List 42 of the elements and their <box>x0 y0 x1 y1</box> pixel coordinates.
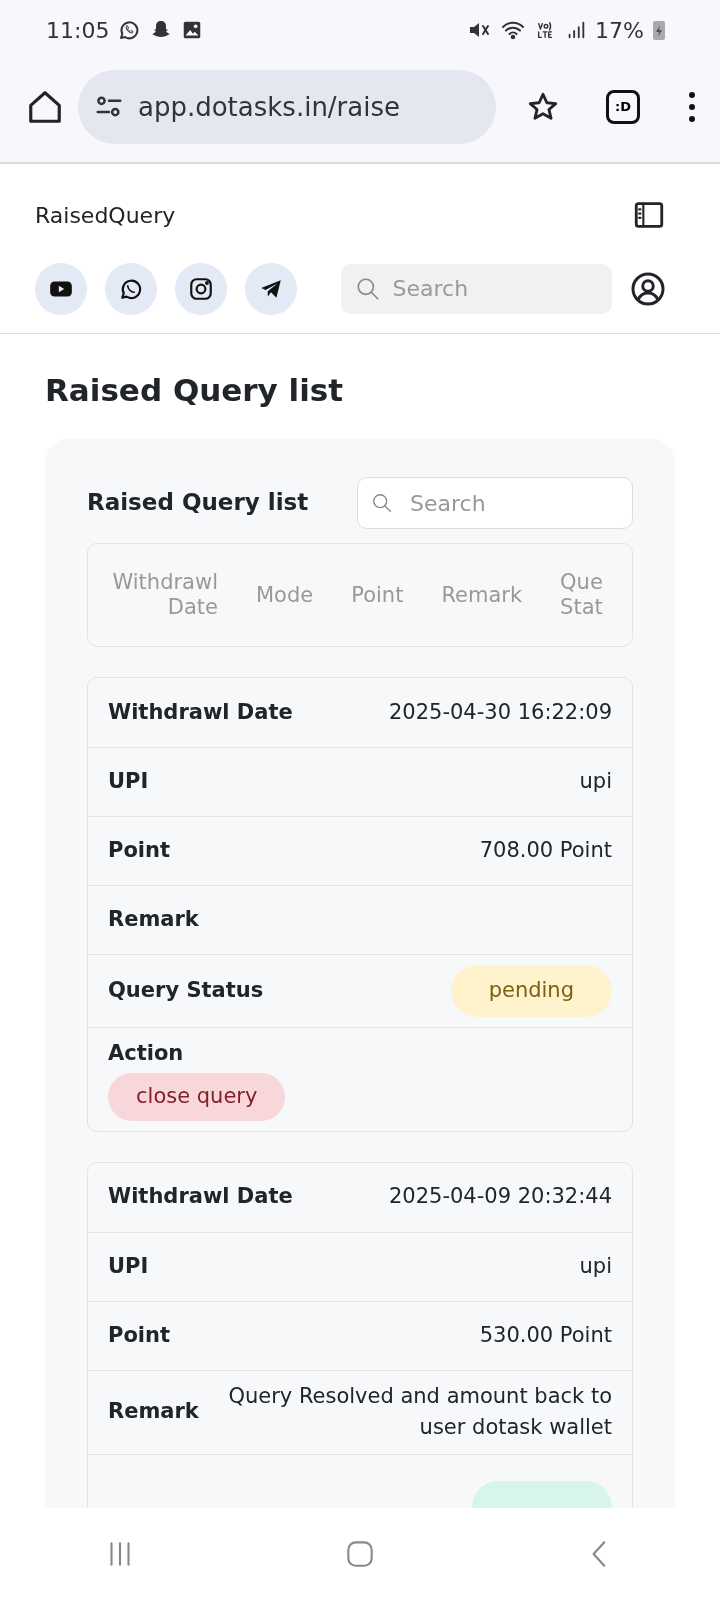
field-value: 530.00 Point <box>479 1321 612 1349</box>
app-brand: RaisedQuery <box>35 201 176 230</box>
field-label: UPI <box>108 768 149 796</box>
field-label: Withdrawl Date <box>108 1183 293 1211</box>
column-header: Remark <box>441 582 523 608</box>
column-header: Que Stat <box>560 570 604 621</box>
field-label: Withdrawl Date <box>108 698 293 726</box>
search-field[interactable]: Search <box>357 477 633 530</box>
field-value: upi <box>579 768 612 796</box>
user-avatar-icon <box>630 270 666 307</box>
column-header: Mode <box>256 582 314 608</box>
clock-time: 11:05 <box>46 16 110 45</box>
field-label: Point <box>108 1321 170 1349</box>
home-icon <box>26 88 64 126</box>
column-header: Point <box>351 582 404 608</box>
field-value: 708.00 Point <box>479 837 612 865</box>
field-value: Query Resolved and amount back to user dotask wallet <box>227 1382 612 1442</box>
search-field[interactable]: Search <box>340 263 612 314</box>
battery-percent: 17% <box>595 16 644 45</box>
page-title: Raised Query list <box>44 371 345 410</box>
field-label: Point <box>108 837 170 865</box>
field-value: upi <box>579 1252 612 1280</box>
panel-title: Raised Query list <box>87 489 309 517</box>
social-link-button[interactable] <box>35 262 87 315</box>
field-label: Remark <box>108 1398 199 1426</box>
field-label: Query Status <box>108 977 264 1005</box>
field-label: Action <box>108 1039 184 1067</box>
status-badge: pending <box>450 965 612 1017</box>
column-header: Withdrawl Date <box>111 570 218 621</box>
field-label: UPI <box>108 1252 149 1280</box>
field-label: Remark <box>108 906 199 934</box>
close-query-button[interactable]: close query <box>108 1073 286 1121</box>
field-value: 2025-04-09 20:32:44 <box>388 1183 612 1211</box>
home-button[interactable] <box>26 88 64 126</box>
battery-icon <box>652 18 666 42</box>
menu-icon <box>686 90 698 124</box>
menu-button[interactable] <box>686 90 698 124</box>
camera-icon <box>187 275 214 302</box>
field-value: 2025-04-30 16:22:09 <box>388 698 612 726</box>
tab-switcher-button[interactable]: :D <box>606 90 640 124</box>
address-bar[interactable]: app.dotasks.in/raise <box>78 70 496 144</box>
account-button[interactable] <box>630 270 666 307</box>
